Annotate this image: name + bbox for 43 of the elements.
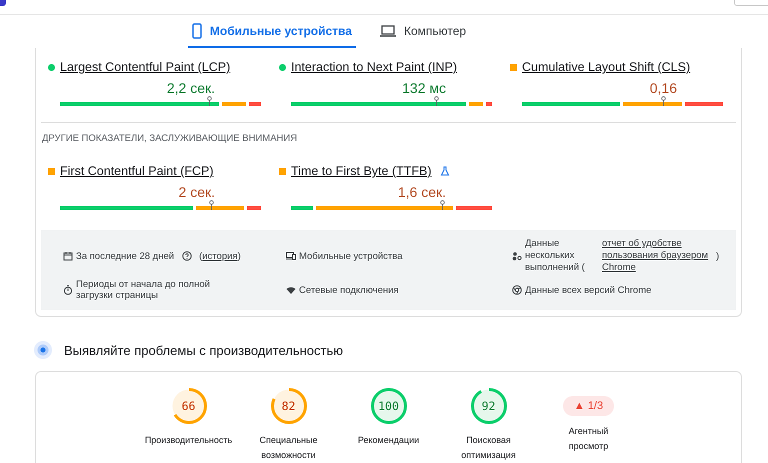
metric-name-link[interactable]: Time to First Byte (TTFB) (291, 164, 432, 178)
history-link-text[interactable]: (история) (199, 250, 241, 262)
calendar-icon (63, 251, 73, 261)
info-text: Данные всех версий Chrome (525, 284, 652, 296)
score-label: Специальные возможности (258, 434, 318, 462)
help-icon[interactable] (182, 251, 192, 261)
tab[interactable]: Компьютер (376, 15, 470, 48)
dots-icon (512, 251, 522, 261)
stopwatch-icon (63, 285, 73, 295)
info-text: За последние 28 дней (76, 250, 174, 262)
info-text: ) (716, 250, 720, 262)
score-label: Рекомендации (356, 434, 420, 447)
info-text: Мобильные устройства (299, 250, 402, 262)
info-text: Периоды от начала до полной загрузки страницы (76, 279, 211, 301)
devices-icon (286, 251, 296, 261)
laptop-icon (380, 24, 396, 36)
chrome-icon (512, 285, 522, 295)
tab[interactable]: Мобильные устройства (188, 15, 356, 48)
score-label: Поисковая оптимизация (460, 434, 517, 462)
metric-value: 2 сек. (178, 184, 215, 200)
metric-value: 2,2 сек. (166, 80, 215, 96)
metric-name-link[interactable]: Cumulative Layout Shift (CLS) (522, 60, 690, 74)
score-gauge[interactable]: 82 (270, 388, 306, 424)
metric-value: 0,16 (650, 80, 677, 96)
radar-icon (34, 341, 52, 359)
section-title: Выявляйте проблемы с производительностью (64, 342, 344, 358)
metric-value: 132 мс (402, 80, 446, 96)
score-gauge[interactable]: 100 (370, 388, 406, 424)
score-gauge[interactable]: 66 (170, 388, 206, 424)
wifi-icon (286, 285, 296, 295)
phone-icon (192, 22, 202, 38)
score-label: Агентный просмотр (568, 425, 610, 453)
metric-name-link[interactable]: First Contentful Paint (FCP) (60, 164, 214, 178)
app-icon (0, 0, 6, 6)
metric-name-link[interactable]: Interaction to Next Paint (INP) (291, 60, 458, 74)
score-gauge[interactable]: 92 (470, 388, 506, 424)
section-heading: ДРУГИЕ ПОКАЗАТЕЛИ, ЗАСЛУЖИВАЮЩИЕ ВНИМАНИЯ (42, 133, 298, 144)
metric-name-link[interactable]: Largest Contentful Paint (LCP) (60, 60, 230, 74)
metric-value: 1,6 сек. (398, 184, 446, 200)
info-text: Данные нескольких выполнений ( (525, 238, 586, 274)
score-label: Производительность (144, 434, 234, 447)
report-link[interactable]: отчет об удобстве пользования браузером Chrome (602, 238, 710, 274)
info-text: Сетевые подключения (299, 284, 399, 296)
